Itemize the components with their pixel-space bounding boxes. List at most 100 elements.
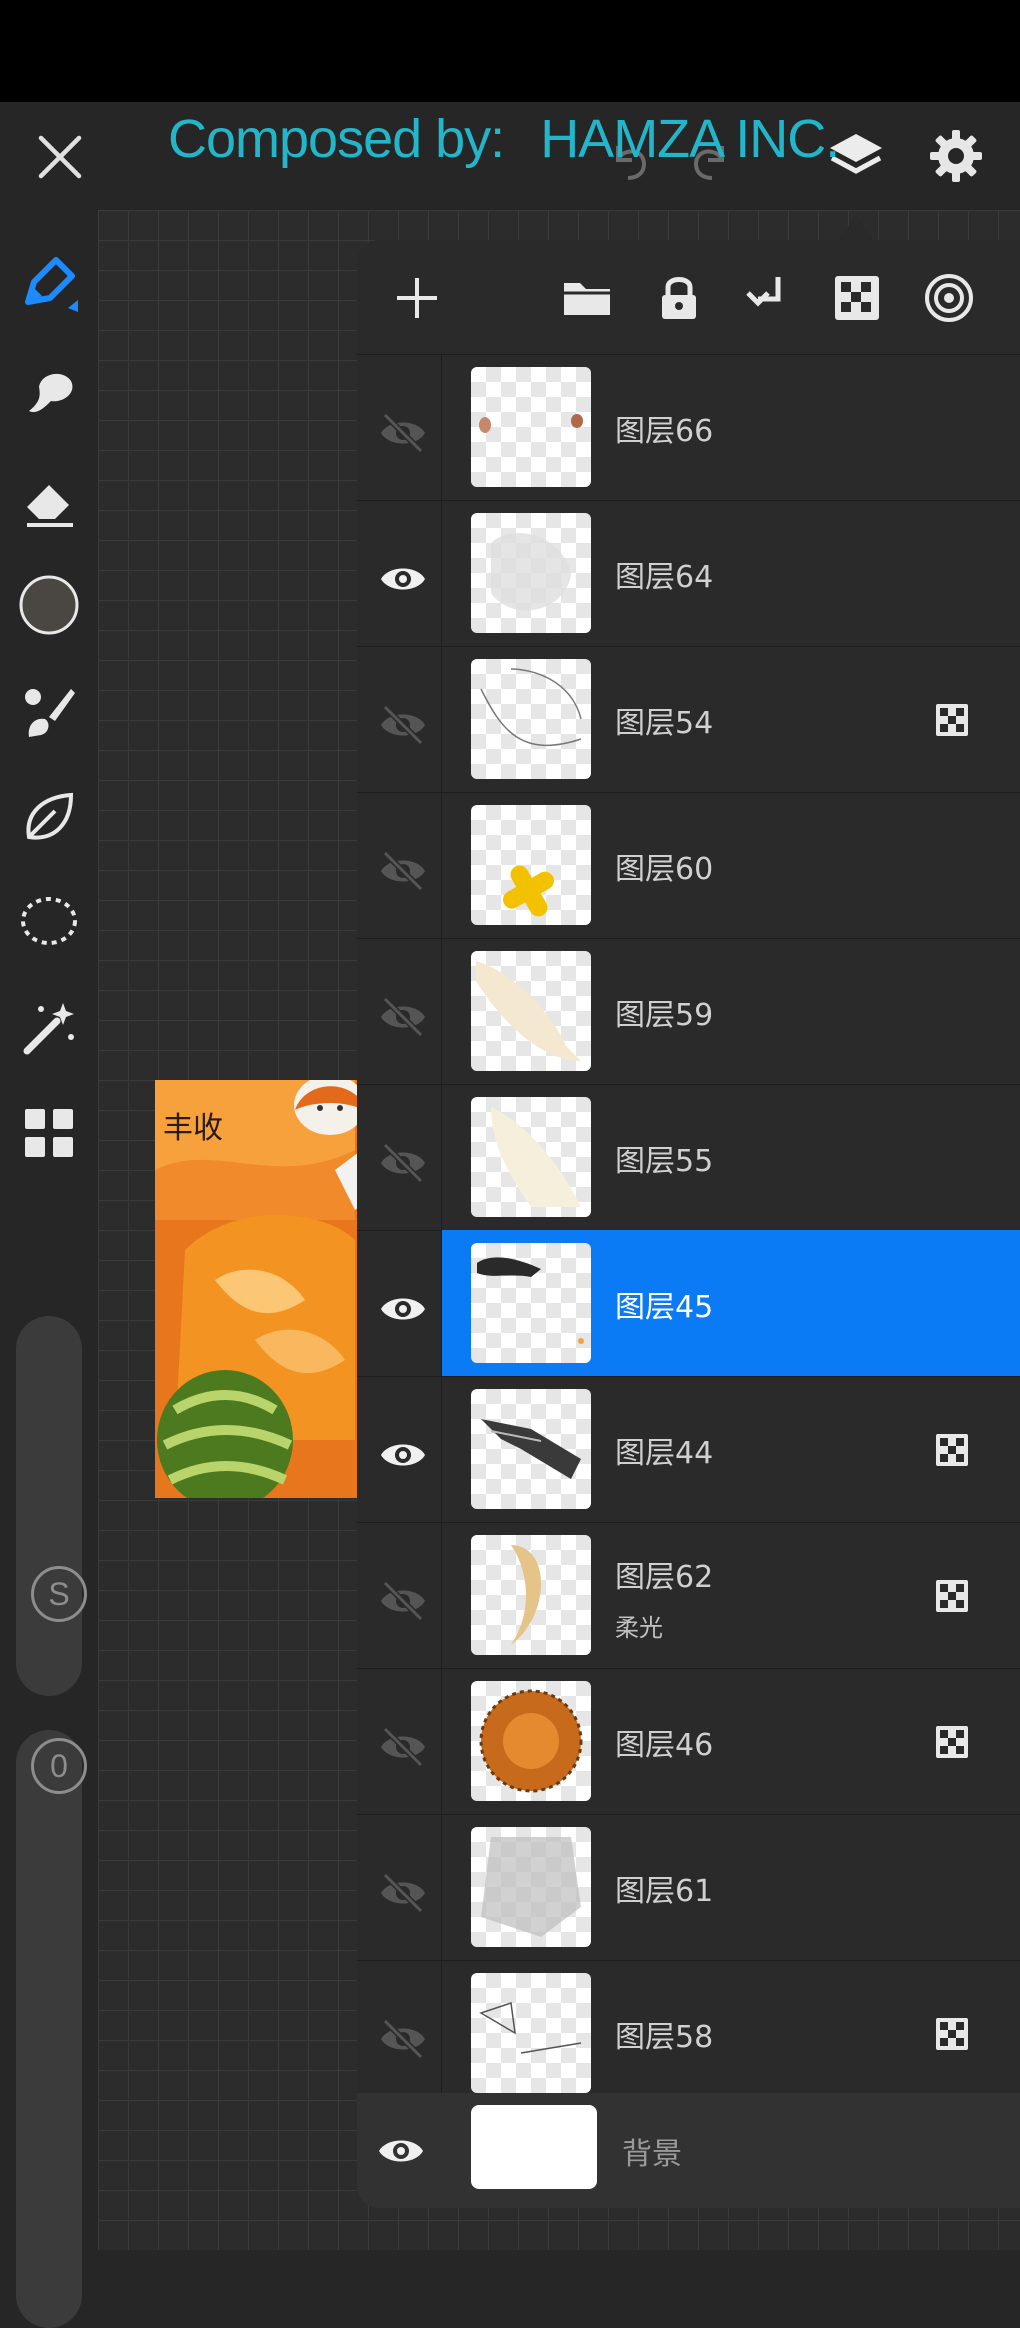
checkerboard-icon[interactable] (827, 268, 887, 328)
opacity-slider[interactable]: 0 (16, 1730, 87, 2328)
layer-row[interactable]: 图层62 柔光 (357, 1522, 1020, 1669)
visibility-toggle[interactable] (357, 500, 442, 646)
layer-name: 图层66 (615, 414, 714, 449)
layer-name: 图层60 (615, 852, 714, 887)
layer-thumbnail (471, 367, 591, 487)
add-icon[interactable] (387, 268, 447, 328)
layer-thumbnail (471, 1535, 591, 1655)
visibility-toggle[interactable] (357, 1522, 442, 1668)
panel-caret (838, 215, 874, 241)
visibility-toggle[interactable] (357, 938, 442, 1084)
eraser-icon[interactable] (14, 466, 84, 536)
layer-thumbnail (471, 951, 591, 1071)
layer-thumbnail (471, 513, 591, 633)
left-toolbar: S 0 (0, 210, 98, 2328)
visibility-toggle[interactable] (357, 1668, 442, 1814)
layer-name: 图层59 (615, 998, 714, 1033)
layer-name: 图层54 (615, 706, 714, 741)
layer-name: 图层44 (615, 1436, 714, 1471)
background-thumbnail (471, 2105, 597, 2189)
opacity-slider-label: 0 (31, 1738, 87, 1794)
status-bar (0, 0, 1020, 102)
visibility-toggle[interactable] (357, 1230, 442, 1376)
layers-panel: 图层66 图层64 图层54 图层60 图层59 图层55 图层45 图层44 图层62 柔光 图层… (357, 240, 1020, 2208)
layer-thumbnail (471, 1827, 591, 1947)
merge-down-icon[interactable] (739, 268, 799, 328)
layer-blend-mode: 柔光 (615, 1614, 663, 1642)
layer-name: 图层58 (615, 2020, 714, 2055)
layer-name: 图层64 (615, 560, 714, 595)
layer-thumbnail (471, 1681, 591, 1801)
visibility-toggle[interactable] (357, 1376, 442, 1522)
layer-name: 图层62 (615, 1560, 714, 1595)
eye-hidden-icon[interactable] (379, 701, 427, 753)
lasso-selection-icon[interactable] (14, 886, 84, 956)
eye-hidden-icon[interactable] (379, 2015, 427, 2067)
layer-row[interactable]: 图层45 (357, 1230, 1020, 1377)
eye-hidden-icon[interactable] (379, 993, 427, 1045)
background-layer-name: 背景 (622, 2137, 682, 2172)
layer-row[interactable]: 图层44 (357, 1376, 1020, 1523)
gallery-grid-icon[interactable] (14, 1098, 84, 1168)
checkerboard-icon (935, 1433, 969, 1471)
layer-row[interactable]: 图层64 (357, 500, 1020, 647)
visibility-toggle[interactable] (357, 1814, 442, 1960)
layer-thumbnail (471, 1243, 591, 1363)
layer-row[interactable]: 图层66 (357, 354, 1020, 501)
visibility-toggle[interactable] (357, 792, 442, 938)
layer-row[interactable]: 图层59 (357, 938, 1020, 1085)
layer-name: 图层45 (615, 1290, 714, 1325)
layer-thumbnail (471, 805, 591, 925)
eye-hidden-icon[interactable] (379, 1577, 427, 1629)
eye-hidden-icon[interactable] (379, 1723, 427, 1775)
layer-row[interactable]: 图层46 (357, 1668, 1020, 1815)
target-icon[interactable] (919, 268, 979, 328)
layer-thumbnail (471, 659, 591, 779)
visibility-toggle[interactable] (357, 1960, 442, 2106)
background-layer-row[interactable]: 背景 (357, 2093, 1020, 2208)
eye-icon[interactable] (371, 2121, 431, 2181)
checkerboard-icon (935, 703, 969, 741)
layer-name: 图层61 (615, 1874, 714, 1909)
eye-icon[interactable] (379, 1431, 427, 1483)
size-slider-label: S (31, 1566, 87, 1622)
layers-panel-header (357, 240, 1020, 355)
layer-row[interactable]: 图层55 (357, 1084, 1020, 1231)
layer-row[interactable]: 图层60 (357, 792, 1020, 939)
layer-thumbnail (471, 1097, 591, 1217)
checkerboard-icon (935, 1725, 969, 1763)
close-icon[interactable] (28, 125, 92, 189)
folder-icon[interactable] (557, 268, 617, 328)
artwork-calligraphy: 丰收 (163, 1111, 223, 1146)
checkerboard-icon (935, 1579, 969, 1617)
visibility-toggle[interactable] (357, 354, 442, 500)
visibility-toggle[interactable] (357, 646, 442, 792)
magic-wand-icon[interactable] (14, 992, 84, 1062)
layer-row[interactable]: 图层58 (357, 1960, 1020, 2107)
eye-hidden-icon[interactable] (379, 409, 427, 461)
visibility-toggle[interactable] (357, 1084, 442, 1230)
settings-icon[interactable] (920, 120, 992, 192)
pencil-icon[interactable] (14, 250, 84, 320)
watermark-part2: HAMZA INC. (540, 109, 840, 169)
brush-size-slider[interactable]: S (16, 1316, 87, 1696)
shape-leaf-icon[interactable] (14, 782, 84, 852)
watermark: Composed by: HAMZA INC. (168, 108, 840, 170)
smudge-icon[interactable] (14, 358, 84, 428)
layer-thumbnail (471, 1973, 591, 2093)
layer-thumbnail (471, 1389, 591, 1509)
layer-row[interactable]: 图层61 (357, 1814, 1020, 1961)
watermark-part1: Composed by: (168, 109, 505, 169)
eye-hidden-icon[interactable] (379, 1139, 427, 1191)
eye-hidden-icon[interactable] (379, 847, 427, 899)
layer-row[interactable]: 图层54 (357, 646, 1020, 793)
eye-icon[interactable] (379, 555, 427, 607)
brush-icon[interactable] (14, 676, 84, 746)
eye-hidden-icon[interactable] (379, 1869, 427, 1921)
checkerboard-icon (935, 2017, 969, 2055)
layer-name: 图层55 (615, 1144, 714, 1179)
layer-name: 图层46 (615, 1728, 714, 1763)
color-picker-icon[interactable] (14, 570, 84, 640)
lock-icon[interactable] (649, 268, 709, 328)
eye-icon[interactable] (379, 1285, 427, 1337)
